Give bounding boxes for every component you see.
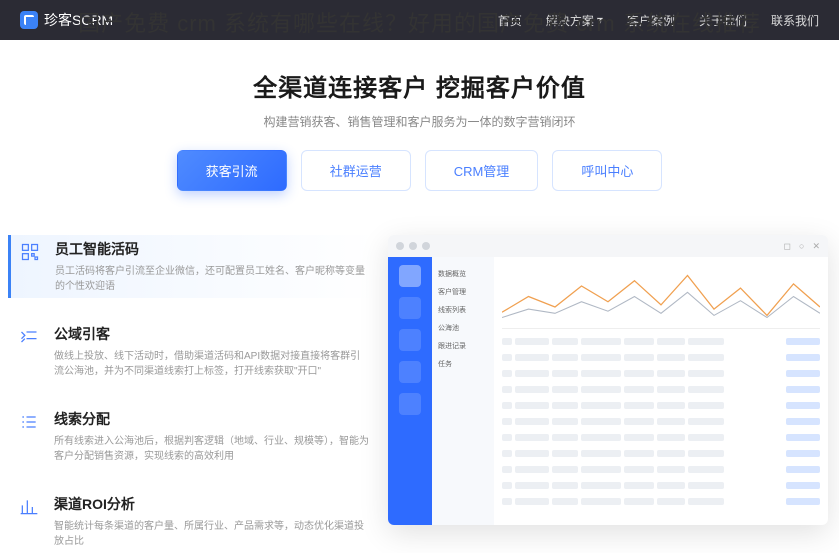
content-row: 员工智能活码 员工活码将客户引流至企业微信，还可配置员工姓名、客户昵称等变量的个… <box>0 235 839 553</box>
table-row <box>502 495 820 508</box>
table-row <box>502 367 820 380</box>
feature-smart-qr[interactable]: 员工智能活码 员工活码将客户引流至企业微信，还可配置员工姓名、客户昵称等变量的个… <box>8 235 378 298</box>
subnav-item: 线索列表 <box>436 301 490 319</box>
browser-window: ◻ ○ ✕ 数据概览 客户管理 线索列表 公海池 <box>388 235 828 525</box>
subnav-item: 客户管理 <box>436 283 490 301</box>
data-table <box>502 335 820 517</box>
subnav-item: 数据概览 <box>436 265 490 283</box>
browser-titlebar: ◻ ○ ✕ <box>388 235 828 257</box>
tab-community[interactable]: 社群运营 <box>301 150 411 191</box>
table-row <box>502 447 820 460</box>
feature-roi-analysis[interactable]: 渠道ROI分析 智能统计每条渠道的客户量、所属行业、产品需求等，动态优化渠道投放… <box>8 490 378 553</box>
trend-chart <box>502 265 820 329</box>
traffic-lights <box>396 242 430 250</box>
maximize-icon: ○ <box>799 241 804 252</box>
close-icon: ✕ <box>812 241 820 252</box>
table-row <box>502 383 820 396</box>
sidebar-icon <box>399 393 421 415</box>
dot-icon <box>409 242 417 250</box>
flow-icon <box>16 324 42 350</box>
product-mockup: ◻ ○ ✕ 数据概览 客户管理 线索列表 公海池 <box>388 235 831 553</box>
table-row <box>502 415 820 428</box>
hero-title: 全渠道连接客户 挖掘客户价值 <box>0 68 839 103</box>
table-row <box>502 431 820 444</box>
feature-desc: 所有线索进入公海池后，根据判客逻辑（地域、行业、规模等），智能为客户分配销售资源… <box>54 434 370 464</box>
table-row <box>502 399 820 412</box>
page-overlay-title: 国产免费 crm 系统有哪些在线？好用的国产免费 crm 系统在线推荐 <box>0 6 839 38</box>
feature-tabs: 获客引流 社群运营 CRM管理 呼叫中心 <box>0 150 839 191</box>
qr-icon <box>17 239 43 265</box>
table-row <box>502 335 820 348</box>
feature-title: 员工智能活码 <box>55 239 370 259</box>
hero-section: 全渠道连接客户 挖掘客户价值 构建营销获客、销售管理和客户服务为一体的数字营销闭… <box>0 40 839 209</box>
sidebar-icon <box>399 297 421 319</box>
feature-desc: 做线上投放、线下活动时，借助渠道活码和API数据对接直接将客群引流公海池，并为不… <box>54 349 370 379</box>
chart-icon <box>16 494 42 520</box>
subnav-item: 跟进记录 <box>436 337 490 355</box>
app-subnav: 数据概览 客户管理 线索列表 公海池 跟进记录 任务 <box>432 257 494 525</box>
app-sidebar <box>388 257 432 525</box>
sidebar-icon <box>399 361 421 383</box>
sidebar-icon <box>399 265 421 287</box>
feature-list: 员工智能活码 员工活码将客户引流至企业微信，还可配置员工姓名、客户昵称等变量的个… <box>8 235 378 553</box>
subnav-item: 任务 <box>436 355 490 373</box>
feature-title: 渠道ROI分析 <box>54 494 370 514</box>
window-controls: ◻ ○ ✕ <box>784 241 820 252</box>
tab-crm[interactable]: CRM管理 <box>425 150 539 191</box>
sidebar-icon <box>399 329 421 351</box>
feature-desc: 智能统计每条渠道的客户量、所属行业、产品需求等，动态优化渠道投放占比 <box>54 519 370 549</box>
subnav-item: 公海池 <box>436 319 490 337</box>
hero-subtitle: 构建营销获客、销售管理和客户服务为一体的数字营销闭环 <box>0 113 839 130</box>
feature-desc: 员工活码将客户引流至企业微信，还可配置员工姓名、客户昵称等变量的个性欢迎语 <box>55 264 370 294</box>
dot-icon <box>396 242 404 250</box>
table-row <box>502 351 820 364</box>
list-icon <box>16 409 42 435</box>
feature-public-traffic[interactable]: 公域引客 做线上投放、线下活动时，借助渠道活码和API数据对接直接将客群引流公海… <box>8 320 378 383</box>
tab-acquisition[interactable]: 获客引流 <box>177 150 287 191</box>
dot-icon <box>422 242 430 250</box>
tab-callcenter[interactable]: 呼叫中心 <box>552 150 662 191</box>
table-row <box>502 463 820 476</box>
feature-lead-assign[interactable]: 线索分配 所有线索进入公海池后，根据判客逻辑（地域、行业、规模等），智能为客户分… <box>8 405 378 468</box>
table-row <box>502 479 820 492</box>
feature-title: 线索分配 <box>54 409 370 429</box>
browser-body: 数据概览 客户管理 线索列表 公海池 跟进记录 任务 <box>388 257 828 525</box>
app-main <box>494 257 828 525</box>
minimize-icon: ◻ <box>784 241 791 252</box>
feature-title: 公域引客 <box>54 324 370 344</box>
